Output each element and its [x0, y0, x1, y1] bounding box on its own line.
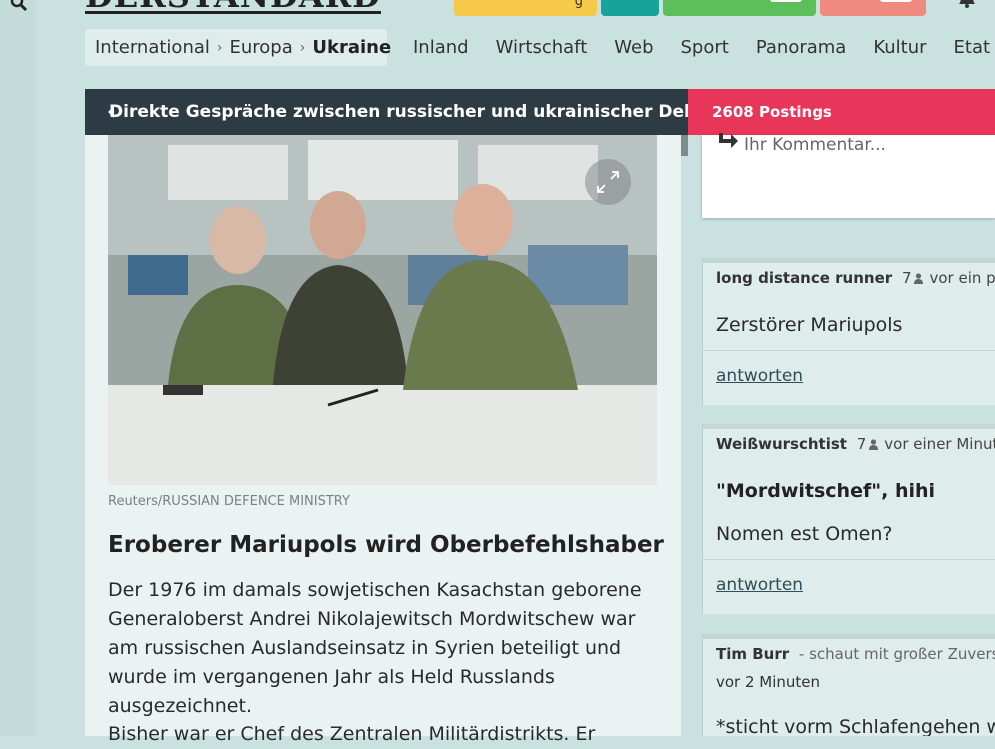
- mail-icon: [770, 0, 802, 2]
- post-stripe: [703, 424, 995, 429]
- nav-item-etat[interactable]: Etat: [954, 37, 991, 58]
- top-button-label: g: [574, 0, 583, 9]
- nav-item-inland[interactable]: Inland: [413, 37, 469, 58]
- top-button-yellow[interactable]: g: [454, 0, 597, 16]
- post-divider: [703, 350, 995, 351]
- breadcrumb-item-international[interactable]: International: [95, 37, 210, 58]
- post-header: Tim Burr - schaut mit großer Zuversic: [716, 645, 995, 663]
- breadcrumb-separator: ›: [299, 39, 306, 56]
- post-stripe: [703, 258, 995, 263]
- breadcrumb-separator: ›: [216, 39, 223, 56]
- article-title-bar[interactable]: Direkte Gespräche zwischen russischer un…: [85, 89, 688, 135]
- mail-icon: [880, 0, 912, 2]
- post-author-count: 7: [856, 435, 867, 453]
- nav-item-web[interactable]: Web: [614, 37, 653, 58]
- chevron-left-icon[interactable]: [107, 105, 115, 119]
- post-time: vor einer Minute: [884, 435, 995, 453]
- nav-item-wirtschaft[interactable]: Wirtschaft: [496, 37, 588, 58]
- user-icon: [869, 439, 879, 450]
- post-header: long distance runner 7 vor ein paar: [716, 269, 995, 287]
- post-header: Weißwurschtist 7 vor einer Minute: [716, 435, 995, 453]
- post-author[interactable]: Tim Burr: [716, 645, 789, 663]
- top-button-green[interactable]: [663, 0, 816, 16]
- scrollbar-thumb[interactable]: [681, 135, 688, 156]
- article-headline: Eroberer Mariupols wird Oberbefehlshaber: [108, 532, 664, 558]
- post-divider: [703, 559, 995, 560]
- article-photo-image: [108, 135, 657, 485]
- bell-icon[interactable]: [956, 0, 978, 8]
- post-title: "Mordwitschef", hihi: [716, 480, 936, 502]
- post-text: Zerstörer Mariupols: [716, 314, 903, 336]
- left-strip: [0, 0, 36, 736]
- article-paragraph: Der 1976 im damals sowjetischen Kasachst…: [108, 579, 642, 717]
- comment-placeholder: Ihr Kommentar...: [744, 135, 886, 155]
- post-text: Nomen est Omen?: [716, 523, 893, 545]
- post-author[interactable]: long distance runner: [716, 269, 892, 287]
- post-author-count: 7: [901, 269, 912, 287]
- reply-link[interactable]: antworten: [716, 366, 803, 386]
- breadcrumb: International › Europa › Ukraine: [85, 29, 391, 66]
- postings-count: 2608 Postings: [712, 103, 832, 121]
- nav-item-sport[interactable]: Sport: [681, 37, 729, 58]
- post-tagline: - schaut mit großer Zuversic: [798, 645, 995, 663]
- main-nav: Inland Wirtschaft Web Sport Panorama Kul…: [413, 29, 995, 66]
- nav-item-kultur[interactable]: Kultur: [873, 37, 926, 58]
- article-paragraph: Bisher war er Chef des Zentralen Militär…: [108, 723, 596, 745]
- photo-caption: Reuters/RUSSIAN DEFENCE MINISTRY: [108, 494, 350, 509]
- article-bar-title: Direkte Gespräche zwischen russischer un…: [109, 102, 688, 122]
- post-time: vor 2 Minuten: [716, 673, 821, 691]
- logo-underline: [85, 11, 381, 14]
- post-author[interactable]: Weißwurschtist: [716, 435, 847, 453]
- posting: long distance runner 7 vor ein paar Zerst…: [702, 258, 995, 405]
- expand-icon[interactable]: [585, 159, 631, 205]
- posting: Weißwurschtist 7 vor einer Minute "Mordwi…: [702, 424, 995, 614]
- reply-arrow-icon: [719, 133, 738, 148]
- search-icon[interactable]: [10, 0, 28, 12]
- nav-item-panorama[interactable]: Panorama: [756, 37, 847, 58]
- article-photo[interactable]: [108, 135, 657, 485]
- post-time: vor ein paar: [929, 269, 995, 287]
- post-text: *sticht vorm Schlafengehen we: [716, 716, 995, 736]
- postings-bar[interactable]: 2608 Postings: [688, 89, 995, 135]
- post-stripe: [703, 634, 995, 639]
- scrollbar-track[interactable]: [681, 156, 688, 736]
- user-icon: [914, 273, 924, 284]
- breadcrumb-item-ukraine[interactable]: Ukraine: [312, 37, 391, 58]
- top-button-teal[interactable]: [601, 0, 659, 16]
- top-button-salmon[interactable]: [820, 0, 926, 16]
- breadcrumb-item-europa[interactable]: Europa: [230, 37, 293, 58]
- reply-link[interactable]: antworten: [716, 575, 803, 595]
- posting: Tim Burr - schaut mit großer Zuversic vo…: [702, 634, 995, 736]
